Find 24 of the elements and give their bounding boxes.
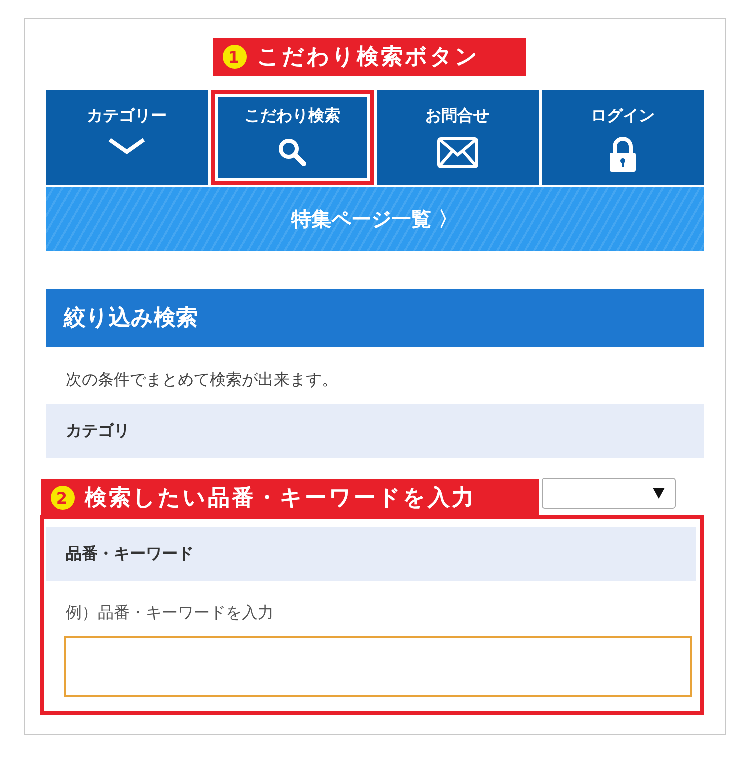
nav-label: こだわり検索 — [244, 106, 340, 127]
nav-tile[interactable]: お問合せ — [376, 90, 539, 185]
annotation-text: こだわり検索ボタン — [257, 44, 480, 72]
nav-tile[interactable]: カテゴリー — [46, 90, 208, 185]
envelope-icon — [436, 137, 479, 169]
keyword-input[interactable] — [64, 636, 692, 697]
nav-label: お問合せ — [426, 106, 490, 127]
annotation-text: 検索したい品番・キーワードを入力 — [85, 485, 476, 513]
description-text: 次の条件でまとめて検索が出来ます。 — [65, 369, 339, 391]
nav-label: カテゴリー — [87, 106, 168, 127]
chevron-down-icon — [107, 137, 148, 155]
section-heading: 絞り込み検索 — [46, 289, 704, 347]
dropdown-arrow-icon — [653, 488, 665, 499]
hint-text: 例）品番・キーワードを入力 — [66, 603, 275, 624]
field-label: 品番・キーワード — [46, 527, 696, 581]
nav-tile[interactable]: こだわり検索 — [211, 90, 374, 185]
nav-label: ログイン — [590, 106, 655, 127]
search-icon — [277, 137, 308, 167]
step-number: 1 — [223, 45, 247, 69]
nav-tile[interactable]: ログイン — [542, 90, 704, 185]
step-number: 2 — [51, 486, 75, 510]
field-label: カテゴリ — [46, 404, 704, 458]
category-select[interactable] — [542, 478, 676, 509]
lock-icon — [608, 137, 638, 173]
